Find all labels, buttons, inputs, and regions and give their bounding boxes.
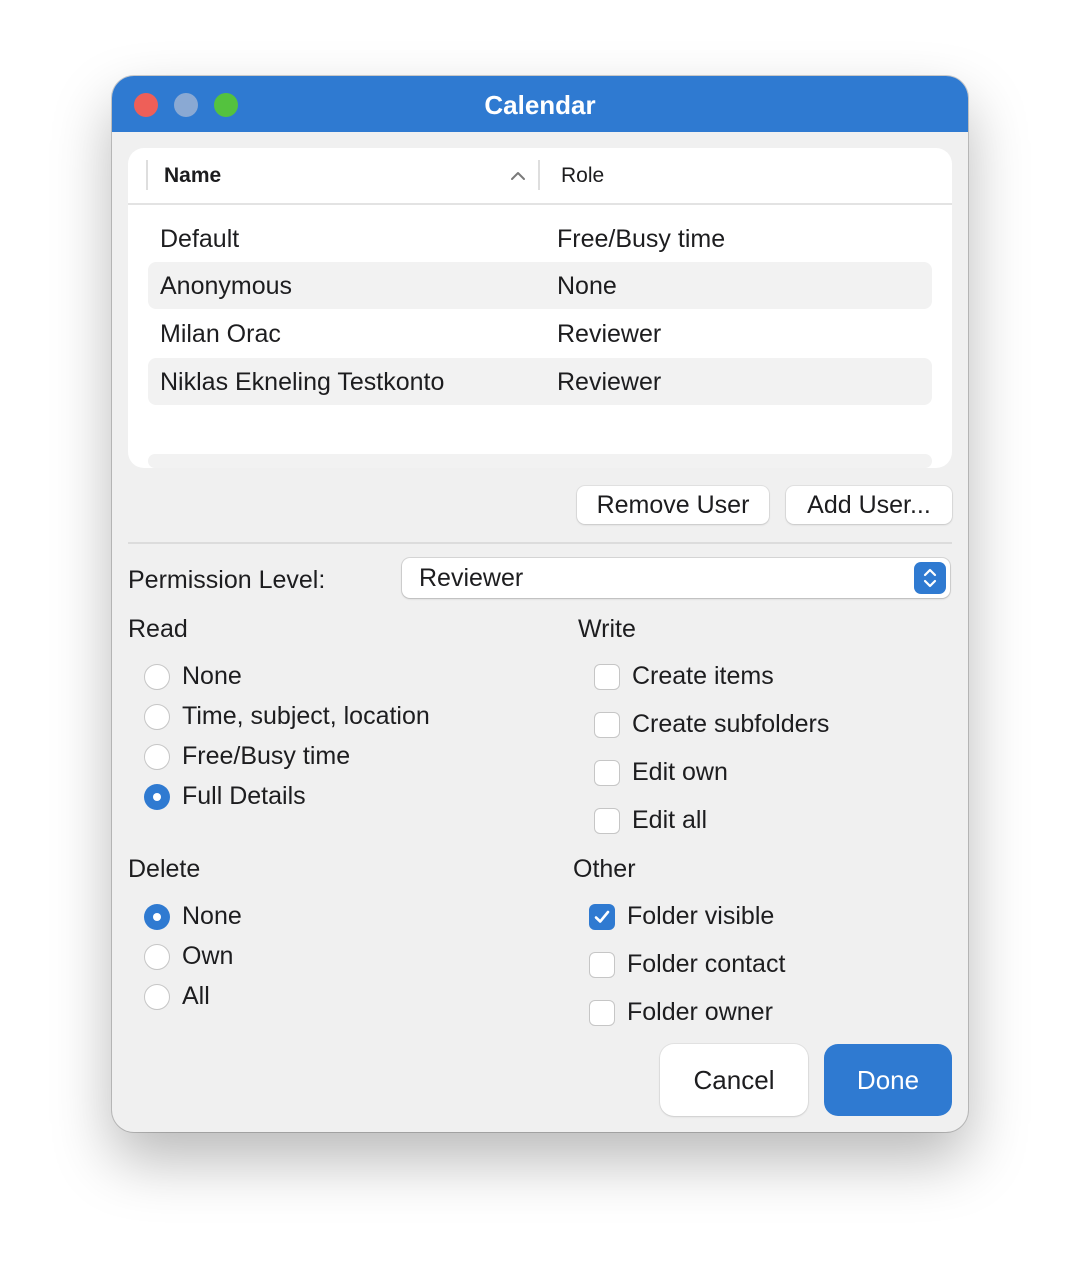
checkbox[interactable] bbox=[594, 664, 620, 690]
header-separator bbox=[146, 160, 148, 190]
radio-button[interactable] bbox=[144, 944, 170, 970]
table-row[interactable]: Anonymous None bbox=[148, 262, 932, 309]
checkbox[interactable] bbox=[589, 952, 615, 978]
remove-user-button[interactable]: Remove User bbox=[577, 486, 769, 524]
add-user-button[interactable]: Add User... bbox=[786, 486, 952, 524]
table-row[interactable]: Default Free/Busy time bbox=[148, 215, 932, 262]
table-row[interactable]: Niklas Ekneling Testkonto Reviewer bbox=[148, 358, 932, 405]
radio-button[interactable] bbox=[144, 704, 170, 730]
row-name: Milan Orac bbox=[160, 320, 281, 348]
other-section-title: Other bbox=[573, 855, 636, 883]
checkbox[interactable] bbox=[594, 712, 620, 738]
calendar-permissions-window: Calendar Name Role Default Free/Busy tim… bbox=[112, 76, 968, 1132]
checkbox[interactable] bbox=[594, 808, 620, 834]
row-role: Free/Busy time bbox=[557, 225, 726, 253]
permission-level-label: Permission Level: bbox=[128, 566, 326, 594]
radio-button[interactable] bbox=[144, 664, 170, 690]
column-header-name[interactable]: Name bbox=[164, 164, 221, 188]
cancel-button[interactable]: Cancel bbox=[660, 1044, 808, 1116]
option-label: Time, subject, location bbox=[182, 702, 430, 730]
option-label: None bbox=[182, 902, 242, 930]
option-label: Folder owner bbox=[627, 998, 773, 1026]
checkbox[interactable] bbox=[589, 1000, 615, 1026]
row-name: Anonymous bbox=[160, 272, 293, 300]
radio-button-selected[interactable] bbox=[144, 904, 170, 930]
section-divider bbox=[128, 542, 952, 544]
option-label: Create items bbox=[632, 662, 774, 690]
row-role: Reviewer bbox=[557, 320, 662, 348]
option-label: Free/Busy time bbox=[182, 742, 351, 770]
option-label: None bbox=[182, 662, 242, 690]
option-label: Folder contact bbox=[627, 950, 786, 978]
select-arrows-icon bbox=[914, 562, 946, 594]
column-header-role[interactable]: Role bbox=[561, 164, 604, 188]
permission-level-value: Reviewer bbox=[419, 564, 524, 592]
option-label: All bbox=[182, 982, 210, 1010]
permission-level-select[interactable]: Reviewer bbox=[402, 558, 950, 598]
title-bar[interactable]: Calendar bbox=[112, 76, 968, 132]
row-role: Reviewer bbox=[557, 368, 662, 396]
row-name: Default bbox=[160, 225, 240, 253]
table-row[interactable]: Milan Orac Reviewer bbox=[148, 310, 932, 357]
option-label: Own bbox=[182, 942, 234, 970]
sort-ascending-icon[interactable] bbox=[508, 166, 528, 186]
option-label: Edit all bbox=[632, 806, 708, 834]
option-label: Full Details bbox=[182, 782, 306, 810]
radio-button[interactable] bbox=[144, 984, 170, 1010]
option-label: Folder visible bbox=[627, 902, 775, 930]
header-separator bbox=[538, 160, 540, 190]
done-button[interactable]: Done bbox=[824, 1044, 952, 1116]
users-table: Name Role Default Free/Busy time Anonymo… bbox=[128, 148, 952, 468]
read-section-title: Read bbox=[128, 615, 188, 643]
table-header: Name Role bbox=[128, 148, 952, 205]
empty-table-row bbox=[148, 454, 932, 468]
radio-button[interactable] bbox=[144, 744, 170, 770]
option-label: Edit own bbox=[632, 758, 728, 786]
checkbox[interactable] bbox=[594, 760, 620, 786]
checkmark-icon bbox=[594, 910, 610, 923]
window-title: Calendar bbox=[484, 90, 596, 120]
checkbox-checked[interactable] bbox=[589, 904, 615, 930]
row-name: Niklas Ekneling Testkonto bbox=[160, 368, 445, 396]
row-role: None bbox=[557, 272, 617, 300]
radio-button-selected[interactable] bbox=[144, 784, 170, 810]
delete-section-title: Delete bbox=[128, 855, 201, 883]
write-section-title: Write bbox=[578, 615, 636, 643]
option-label: Create subfolders bbox=[632, 710, 830, 738]
